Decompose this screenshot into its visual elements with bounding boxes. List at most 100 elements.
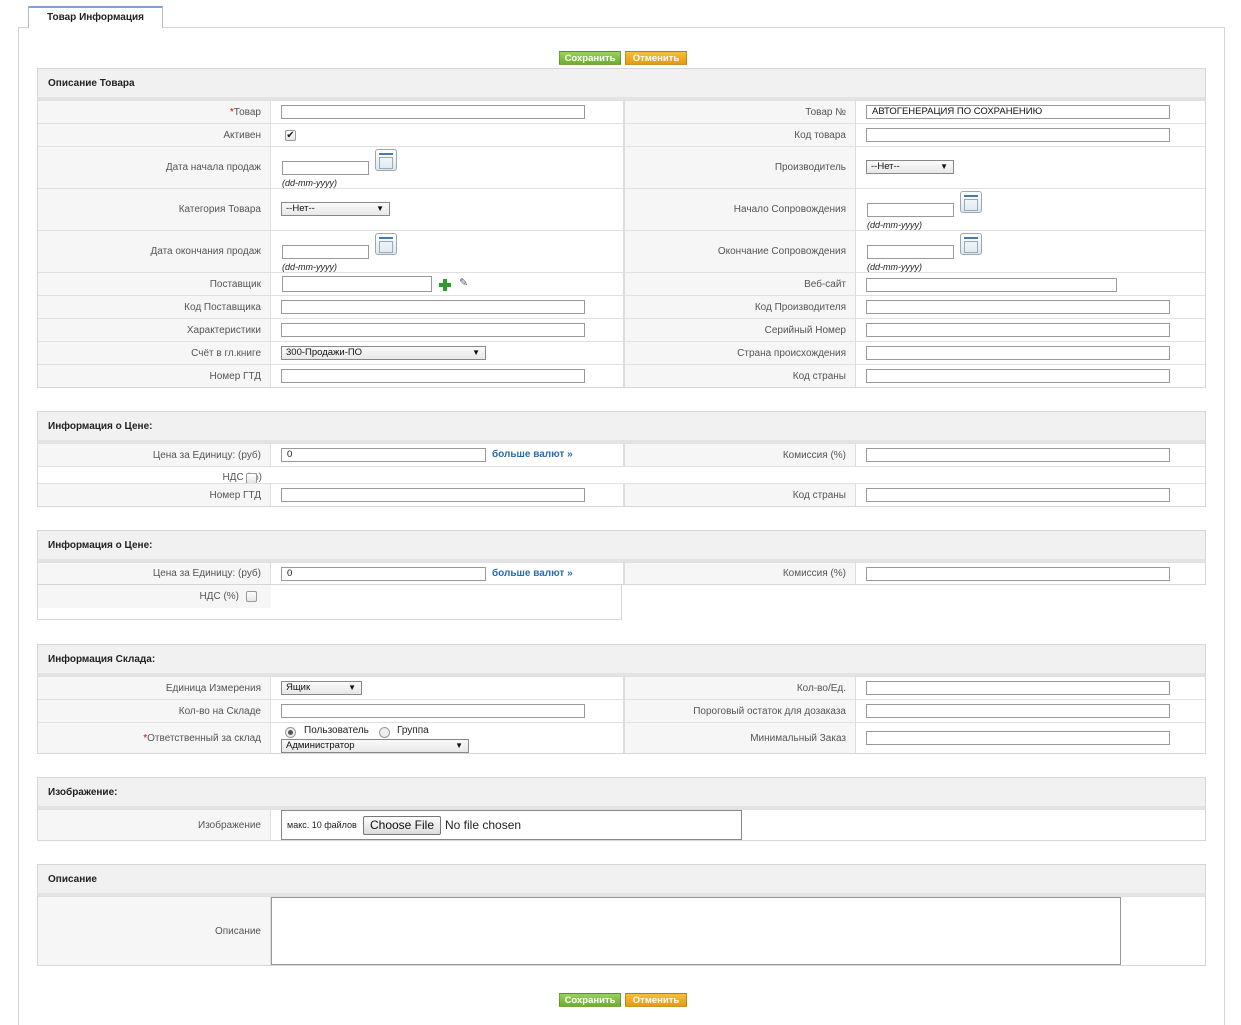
calendar-icon[interactable]: [960, 233, 982, 255]
more-currencies-link-2[interactable]: больше валют »: [492, 568, 573, 579]
tab-product-info[interactable]: Товар Информация: [28, 6, 163, 28]
sales-start-label: Дата начала продаж: [38, 147, 271, 188]
save-button-bottom[interactable]: Сохранить: [559, 993, 621, 1007]
min-order-label: Минимальный Заказ: [623, 723, 856, 753]
section-header-stock: Информация Склада:: [37, 644, 1206, 676]
row-vat: НДС (%): [38, 466, 1205, 484]
radio-user-label: Пользователь: [304, 725, 369, 736]
commission-label: Комиссия (%): [623, 563, 856, 584]
row-gl-account: Счёт в гл.книге 300-Продажи-ПО ▼ Страна п…: [38, 341, 1205, 364]
vendor-label: Поставщик: [38, 273, 271, 295]
date-format-hint: (dd-mm-yyyy): [867, 262, 922, 272]
mfr-code-input[interactable]: [866, 300, 1170, 314]
radio-user[interactable]: [285, 727, 296, 738]
origin-country-label: Страна происхождения: [623, 342, 856, 364]
calendar-icon[interactable]: [375, 233, 397, 255]
choose-file-button[interactable]: Choose File: [363, 816, 441, 835]
row-vendor-code: Код Поставщика Код Производителя: [38, 295, 1205, 318]
support-end-label: Окончание Сопровождения: [623, 231, 856, 272]
calendar-icon[interactable]: [375, 149, 397, 171]
no-file-text: No file chosen: [445, 818, 522, 832]
manufacturer-label: Производитель: [623, 147, 856, 188]
product-name-label: Товар: [233, 106, 261, 118]
calendar-icon[interactable]: [960, 191, 982, 213]
sales-end-input[interactable]: [282, 245, 369, 259]
row-active: Активен ✔ Код товара: [38, 123, 1205, 146]
section-header-description: Описание: [37, 864, 1206, 896]
active-label: Активен: [38, 124, 271, 146]
qty-stock-input[interactable]: [281, 704, 585, 718]
radio-group-label: Группа: [397, 725, 429, 736]
support-start-input[interactable]: [867, 203, 954, 217]
sales-start-input[interactable]: [282, 161, 369, 175]
specs-input[interactable]: [281, 323, 585, 337]
unit-price-label: Цена за Единицу: (руб): [38, 444, 271, 466]
date-format-hint: (dd-mm-yyyy): [867, 220, 922, 230]
save-button-top[interactable]: Сохранить: [559, 51, 621, 65]
product-code-input[interactable]: [866, 128, 1170, 142]
product-name-input[interactable]: [281, 105, 585, 119]
row-unit-price: Цена за Единицу: (руб) 0 больше валют » …: [38, 443, 1205, 466]
specs-label: Характеристики: [38, 319, 271, 341]
handler-select[interactable]: Администратор ▼: [281, 739, 469, 753]
commission-label: Комиссия (%): [623, 444, 856, 466]
vat-label: НДС (%): [38, 467, 271, 483]
cancel-button-top[interactable]: Отменить: [625, 51, 687, 65]
cancel-button-bottom[interactable]: Отменить: [625, 993, 687, 1007]
category-label: Категория Товара: [38, 189, 271, 230]
website-input[interactable]: [866, 278, 1117, 292]
image-label: Изображение: [38, 810, 271, 840]
qty-unit-input[interactable]: [866, 681, 1170, 695]
serial-label: Серийный Номер: [623, 319, 856, 341]
gtd-input[interactable]: [281, 369, 585, 383]
qty-stock-label: Кол-во на Складе: [38, 700, 271, 722]
commission-input-2[interactable]: [866, 567, 1170, 581]
serial-input[interactable]: [866, 323, 1170, 337]
commission-input[interactable]: [866, 448, 1170, 462]
add-icon[interactable]: [439, 279, 451, 291]
reorder-label: Пороговый остаток для дозаказа: [623, 700, 856, 722]
row-vendor: Поставщик ✎ Веб-сайт: [38, 272, 1205, 295]
sales-end-label: Дата окончания продаж: [38, 231, 271, 272]
min-order-input[interactable]: [866, 731, 1170, 745]
gl-account-select[interactable]: 300-Продажи-ПО ▼: [281, 346, 486, 360]
row-sales-start: Дата начала продаж (dd-mm-yyyy) Производ…: [38, 146, 1205, 188]
date-format-hint: (dd-mm-yyyy): [282, 178, 337, 188]
category-select[interactable]: --Нет-- ▼: [281, 202, 390, 216]
radio-group[interactable]: [379, 727, 390, 738]
gtd-input-2[interactable]: [281, 488, 585, 502]
country-code-label: Код страны: [623, 365, 856, 387]
manufacturer-select[interactable]: --Нет-- ▼: [866, 160, 954, 174]
qty-unit-label: Кол-во/Ед.: [623, 677, 856, 699]
row-qty-stock: Кол-во на Складе Пороговый остаток для д…: [38, 699, 1205, 722]
mfr-code-label: Код Производителя: [623, 296, 856, 318]
vat-checkbox-2[interactable]: [246, 591, 257, 602]
more-currencies-link[interactable]: больше валют »: [492, 449, 573, 460]
clear-icon[interactable]: ✎: [459, 278, 472, 289]
country-code-input[interactable]: [866, 369, 1170, 383]
file-upload-box: макс. 10 файлов Choose File No file chos…: [281, 810, 742, 840]
vat-block-2: НДС (%): [37, 585, 622, 620]
row-category: Категория Товара --Нет-- ▼ Начало Сопрово…: [38, 188, 1205, 230]
chevron-down-icon: ▼: [376, 204, 384, 213]
description-label: Описание: [38, 897, 271, 965]
gtd-label: Номер ГТД: [38, 484, 271, 506]
unit-price-input[interactable]: 0: [281, 448, 486, 462]
chevron-down-icon: ▼: [455, 741, 463, 750]
country-code-input-2[interactable]: [866, 488, 1170, 502]
origin-country-input[interactable]: [866, 346, 1170, 360]
chevron-down-icon: ▼: [940, 162, 948, 171]
product-no-input[interactable]: АВТОГЕНЕРАЦИЯ ПО СОХРАНЕНИЮ: [866, 105, 1170, 119]
vendor-code-input[interactable]: [281, 300, 585, 314]
support-end-input[interactable]: [867, 245, 954, 259]
chevron-down-icon: ▼: [348, 683, 356, 692]
row-gtd: Номер ГТД Код страны: [38, 364, 1205, 387]
reorder-input[interactable]: [866, 704, 1170, 718]
uom-select[interactable]: Ящик ▼: [281, 681, 362, 695]
description-textarea[interactable]: [271, 897, 1121, 965]
vendor-input[interactable]: [282, 276, 432, 292]
active-checkbox[interactable]: ✔: [285, 130, 296, 141]
unit-price-input-2[interactable]: 0: [281, 567, 486, 581]
date-format-hint: (dd-mm-yyyy): [282, 262, 337, 272]
product-code-label: Код товара: [623, 124, 856, 146]
